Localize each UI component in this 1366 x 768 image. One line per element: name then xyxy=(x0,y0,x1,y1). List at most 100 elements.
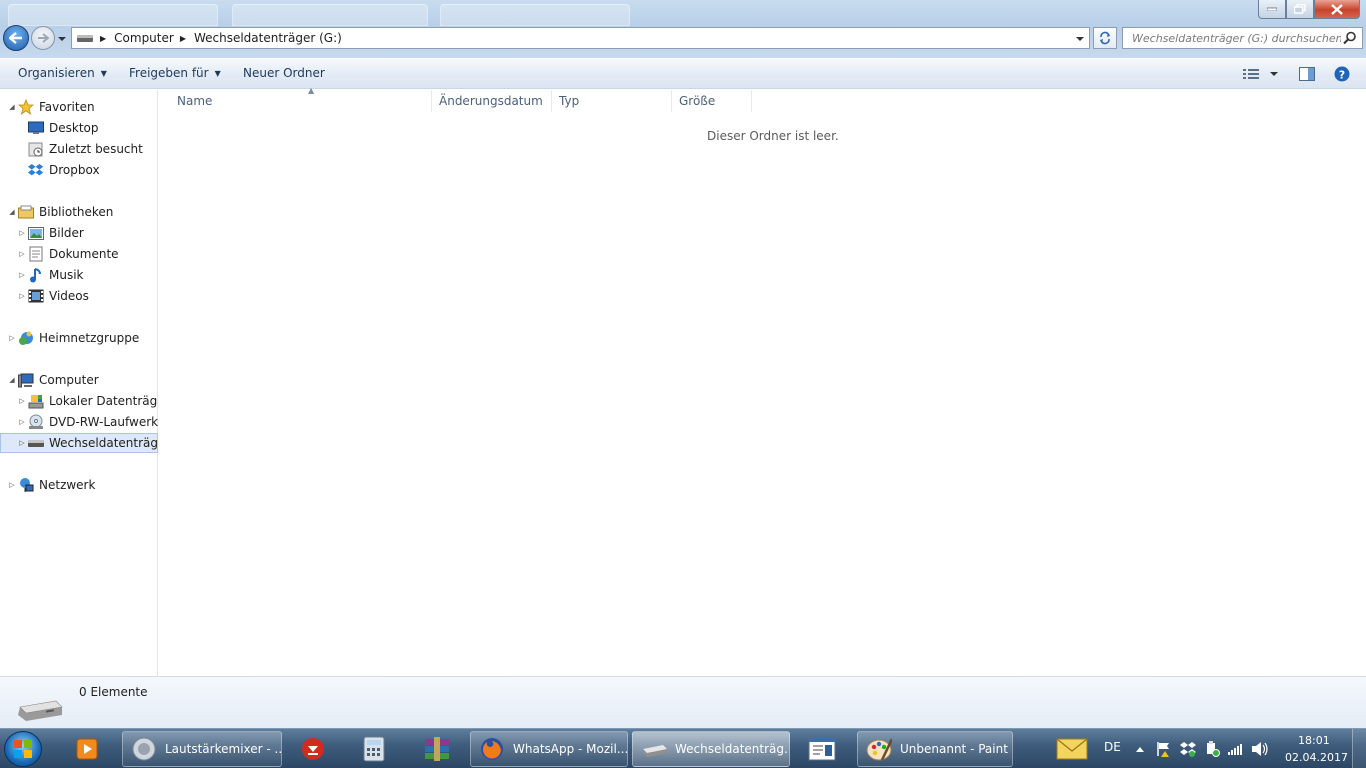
firefox-icon xyxy=(479,736,505,762)
nav-item-dvd-drive[interactable]: ▷ DVD-RW-Laufwerk ( xyxy=(0,412,158,432)
homegroup-icon xyxy=(17,330,35,346)
expand-arrow-icon[interactable]: ▷ xyxy=(17,397,27,405)
recent-pages-button[interactable] xyxy=(57,33,67,43)
minimize-button[interactable] xyxy=(1258,0,1286,19)
expand-arrow-icon[interactable]: ▷ xyxy=(7,481,17,489)
column-header-size[interactable]: Größe xyxy=(672,90,752,112)
expand-arrow-icon[interactable]: ▷ xyxy=(17,250,27,258)
nav-homegroup[interactable]: ▷ Heimnetzgruppe xyxy=(0,328,158,348)
expand-arrow-icon[interactable]: ▷ xyxy=(17,229,27,237)
nav-item-recent[interactable]: Zuletzt besucht xyxy=(0,139,158,159)
videos-icon xyxy=(27,288,45,304)
taskbar-winrar[interactable] xyxy=(421,733,453,765)
new-folder-button[interactable]: Neuer Ordner xyxy=(243,66,325,80)
file-list[interactable]: Name ▲ Änderungsdatum Typ Größe Dieser O… xyxy=(159,86,1366,676)
action-center-flag-icon[interactable] xyxy=(1156,741,1172,757)
windows-logo-icon xyxy=(14,740,32,758)
safely-remove-hardware-icon[interactable] xyxy=(1204,741,1220,757)
show-desktop-button[interactable] xyxy=(1352,729,1366,768)
nav-item-dropbox[interactable]: Dropbox xyxy=(0,160,158,180)
expand-arrow-icon[interactable]: ▷ xyxy=(17,418,27,426)
expand-arrow-icon[interactable]: ▷ xyxy=(17,292,27,300)
clock-date[interactable]: 02.04.2017 xyxy=(1285,751,1348,764)
language-indicator[interactable]: DE xyxy=(1104,740,1121,754)
clock-time[interactable]: 18:01 xyxy=(1298,734,1330,747)
refresh-button[interactable] xyxy=(1093,27,1117,49)
nav-item-removable-disk[interactable]: ▷ Wechseldatenträger xyxy=(0,433,158,453)
nav-homegroup-label: Heimnetzgruppe xyxy=(39,331,140,345)
expand-arrow-icon[interactable]: ▷ xyxy=(7,334,17,342)
breadcrumb-current[interactable]: Wechseldatenträger (G:) xyxy=(194,31,342,45)
expand-arrow-icon[interactable]: ◢ xyxy=(7,103,17,111)
taskbar-button-explorer[interactable]: Wechseldatenträg... xyxy=(632,731,790,767)
taskbar-mail[interactable] xyxy=(1055,733,1089,765)
address-bar[interactable]: ▶ Computer ▶ Wechseldatenträger (G:) xyxy=(71,27,1090,49)
nav-network[interactable]: ▷ Netzwerk xyxy=(0,475,158,495)
details-view-icon xyxy=(1243,69,1259,79)
nav-item-music[interactable]: ▷ Musik xyxy=(0,265,158,285)
view-options-button[interactable] xyxy=(1243,66,1279,82)
network-signal-icon[interactable] xyxy=(1228,742,1244,756)
taskbar-document-viewer[interactable] xyxy=(806,733,838,765)
nav-item-label: Lokaler Datenträger xyxy=(49,394,158,408)
nav-item-videos[interactable]: ▷ Videos xyxy=(0,286,158,306)
nav-item-pictures[interactable]: ▷ Bilder xyxy=(0,223,158,243)
taskbar-downloader[interactable] xyxy=(297,733,329,765)
close-button[interactable] xyxy=(1314,0,1360,19)
nav-item-label: DVD-RW-Laufwerk ( xyxy=(49,415,158,429)
search-icon[interactable] xyxy=(1343,31,1357,45)
taskbar-media-player[interactable] xyxy=(71,733,103,765)
nav-libraries[interactable]: ◢ Bibliotheken xyxy=(0,202,158,222)
nav-item-desktop[interactable]: Desktop xyxy=(0,118,158,138)
expand-arrow-icon[interactable]: ◢ xyxy=(7,208,17,216)
chevron-down-icon[interactable] xyxy=(1075,34,1085,44)
column-header-label: Änderungsdatum xyxy=(439,94,543,108)
restore-icon xyxy=(1294,4,1306,14)
show-hidden-icons-icon[interactable] xyxy=(1135,745,1145,753)
nav-item-label: Dokumente xyxy=(49,247,119,261)
title-bar: ▶ Computer ▶ Wechseldatenträger (G:) xyxy=(0,0,1366,58)
column-header-type[interactable]: Typ xyxy=(552,90,672,112)
back-button[interactable] xyxy=(3,25,29,51)
share-button[interactable]: Freigeben für ▼ xyxy=(129,66,221,80)
nav-item-label: Dropbox xyxy=(49,163,100,177)
forward-button[interactable] xyxy=(31,26,55,50)
taskbar-button-paint[interactable]: Unbenannt - Paint xyxy=(857,731,1013,767)
refresh-icon xyxy=(1100,31,1110,45)
background-tab xyxy=(8,4,218,26)
organize-button[interactable]: Organisieren ▼ xyxy=(18,66,107,80)
breadcrumb-computer[interactable]: Computer xyxy=(114,31,174,45)
column-header-name[interactable]: Name ▲ xyxy=(170,86,432,112)
nav-item-documents[interactable]: ▷ Dokumente xyxy=(0,244,158,264)
breadcrumb-separator[interactable]: ▶ xyxy=(100,34,106,43)
organize-label: Organisieren xyxy=(18,66,95,80)
close-icon xyxy=(1331,3,1343,15)
nav-item-label: Bilder xyxy=(49,226,84,240)
column-header-label: Typ xyxy=(559,94,580,108)
nav-item-label: Musik xyxy=(49,268,84,282)
taskbar-calculator[interactable] xyxy=(358,733,390,765)
help-button[interactable]: ? xyxy=(1334,66,1350,82)
column-header-date[interactable]: Änderungsdatum xyxy=(432,90,552,112)
start-button[interactable] xyxy=(4,731,42,767)
search-box[interactable] xyxy=(1122,27,1363,49)
volume-icon[interactable] xyxy=(1251,741,1269,757)
expand-arrow-icon[interactable]: ▷ xyxy=(17,271,27,279)
maximize-button[interactable] xyxy=(1286,0,1314,19)
nav-computer[interactable]: ◢ Computer xyxy=(0,370,158,390)
taskbar-button-firefox[interactable]: WhatsApp - Mozil... xyxy=(470,731,628,767)
expand-arrow-icon[interactable]: ▷ xyxy=(17,439,27,447)
dropbox-tray-icon[interactable] xyxy=(1180,741,1196,757)
preview-pane-button[interactable] xyxy=(1299,66,1315,82)
search-input[interactable] xyxy=(1123,28,1341,48)
mail-envelope-icon xyxy=(1056,738,1088,760)
expand-arrow-icon[interactable]: ◢ xyxy=(7,376,17,384)
chevron-down-icon xyxy=(1270,72,1278,76)
nav-item-local-disk[interactable]: ▷ Lokaler Datenträger xyxy=(0,391,158,411)
document-viewer-icon xyxy=(808,737,836,761)
breadcrumb-separator[interactable]: ▶ xyxy=(180,34,186,43)
download-icon xyxy=(302,738,324,760)
recent-places-icon xyxy=(27,141,45,157)
taskbar-button-volume-mixer[interactable]: Lautstärkemixer - ... xyxy=(122,731,282,767)
nav-favorites[interactable]: ◢ Favoriten xyxy=(0,97,158,117)
